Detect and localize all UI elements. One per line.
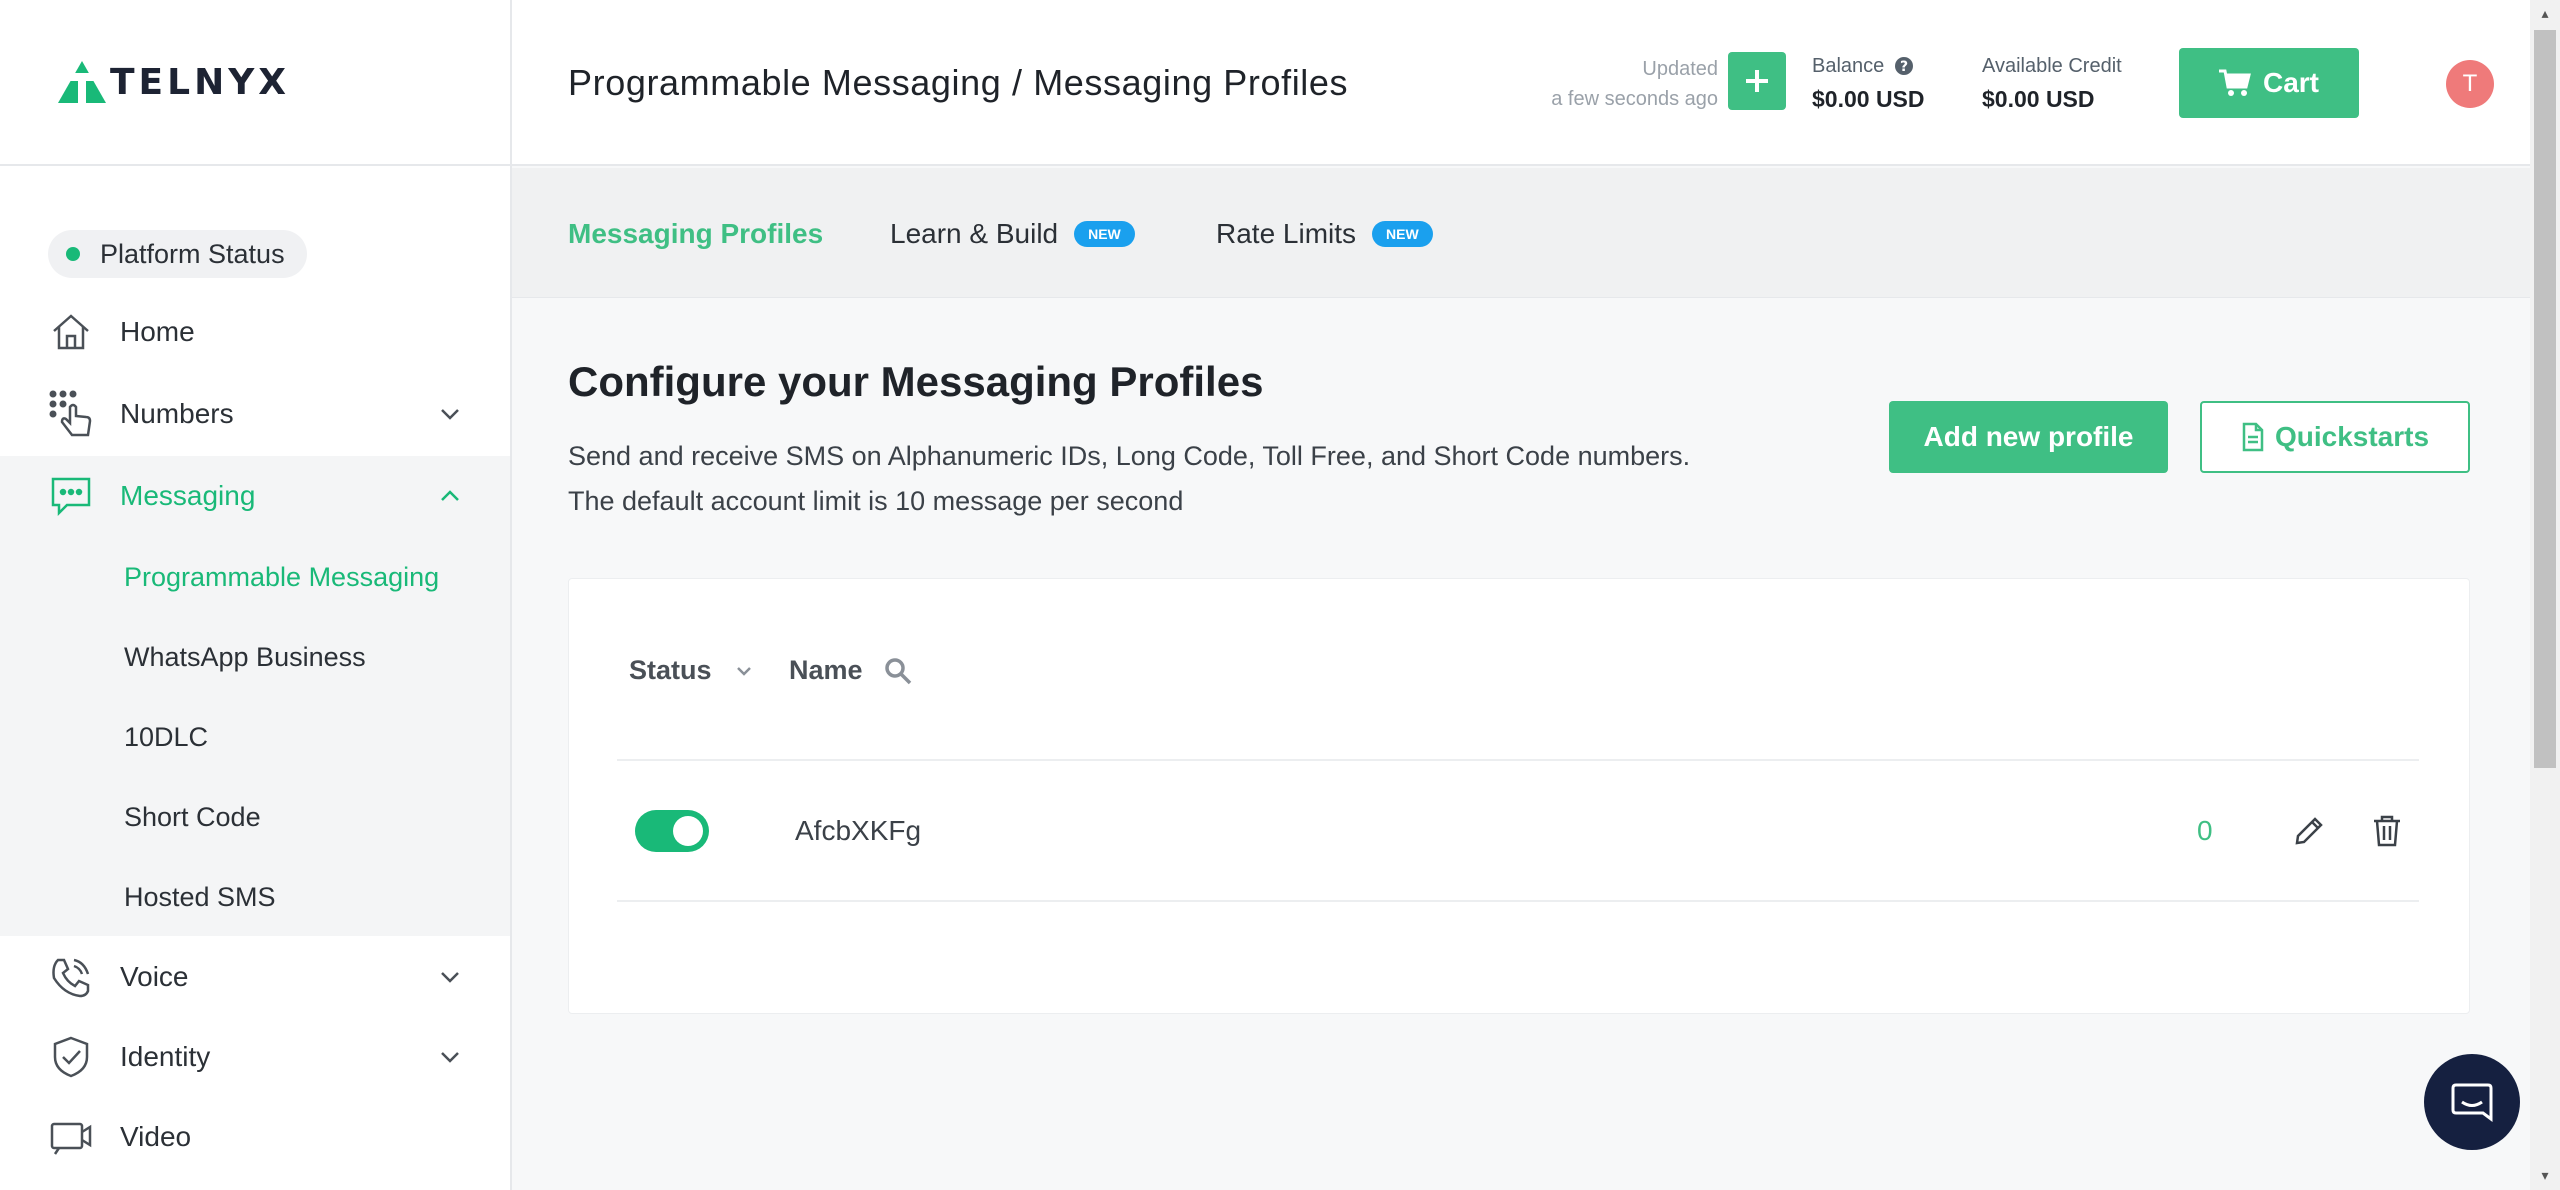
- document-icon: [2242, 422, 2264, 452]
- divider: [617, 759, 2419, 761]
- help-icon[interactable]: ?: [1894, 56, 1914, 76]
- balance-value: $0.00 USD: [1812, 86, 1925, 112]
- scroll-thumb[interactable]: [2534, 30, 2556, 768]
- available-credit: Available Credit $0.00 USD: [1982, 52, 2122, 113]
- sidebar-item-identity[interactable]: Identity: [0, 1017, 510, 1097]
- credit-label: Available Credit: [1982, 54, 2122, 77]
- cart-button[interactable]: Cart: [2179, 48, 2359, 118]
- status-column-header[interactable]: Status: [629, 655, 754, 686]
- trash-icon: [2374, 815, 2400, 847]
- tab-label: Messaging Profiles: [568, 218, 824, 249]
- updated-indicator: Updated a few seconds ago: [1551, 54, 1718, 114]
- avatar[interactable]: T: [2446, 60, 2494, 108]
- home-icon: [48, 309, 94, 355]
- chevron-up-icon: [441, 490, 459, 501]
- platform-status[interactable]: Platform Status: [48, 230, 307, 278]
- sidebar-subitem-short-code[interactable]: Short Code: [124, 793, 261, 841]
- status-dot: [66, 247, 80, 261]
- add-funds-button[interactable]: [1728, 52, 1786, 110]
- edit-button[interactable]: [2289, 811, 2329, 851]
- chat-icon: [2451, 1083, 2493, 1122]
- scroll-up-icon[interactable]: ▴: [2538, 6, 2552, 20]
- top-header: Programmable Messaging / Messaging Profi…: [512, 0, 2530, 166]
- profiles-table: Status Name AfcbXKFg 0: [568, 578, 2470, 1014]
- add-new-profile-button[interactable]: Add new profile: [1889, 401, 2168, 473]
- search-icon[interactable]: [883, 656, 913, 686]
- tab-rate-limits[interactable]: Rate Limits NEW: [1216, 216, 1433, 252]
- sidebar-item-label: Home: [120, 316, 195, 347]
- status-toggle[interactable]: [635, 810, 709, 852]
- sidebar-item-numbers[interactable]: Numbers: [0, 374, 510, 454]
- sidebar-item-messaging[interactable]: Messaging: [0, 456, 510, 536]
- brand-name: TELNYX: [110, 61, 291, 103]
- section-description: Send and receive SMS on Alphanumeric IDs…: [568, 434, 1690, 524]
- sidebar-item-video[interactable]: Video: [0, 1097, 510, 1177]
- chevron-down-icon: [736, 666, 751, 676]
- delete-button[interactable]: [2367, 811, 2407, 851]
- updated-label: Updated: [1642, 58, 1718, 80]
- support-chat-button[interactable]: [2424, 1054, 2520, 1150]
- svg-text:?: ?: [1900, 59, 1908, 75]
- chevron-down-icon: [441, 409, 459, 420]
- video-icon: [48, 1114, 94, 1160]
- name-column-header: Name: [789, 655, 913, 686]
- column-label: Status: [629, 655, 712, 685]
- updated-time: a few seconds ago: [1551, 88, 1718, 110]
- sidebar-item-voice[interactable]: Voice: [0, 937, 510, 1017]
- page-title: Programmable Messaging / Messaging Profi…: [568, 62, 1349, 103]
- tab-learn-build[interactable]: Learn & Build NEW: [890, 216, 1135, 252]
- page-scrollbar[interactable]: ▴ ▾: [2530, 0, 2560, 1190]
- sidebar-subitem-hosted-sms[interactable]: Hosted SMS: [124, 873, 276, 921]
- identity-icon: [48, 1034, 94, 1080]
- section-title: Configure your Messaging Profiles: [568, 358, 1264, 405]
- sidebar-item-label: Identity: [120, 1041, 211, 1072]
- description-line: The default account limit is 10 message …: [568, 486, 1184, 516]
- tab-label: Rate Limits: [1216, 218, 1357, 249]
- sidebar-item-home[interactable]: Home: [0, 292, 510, 372]
- logo[interactable]: TELNYX: [0, 0, 510, 166]
- chevron-down-icon: [441, 972, 459, 983]
- sidebar-item-label: Messaging: [120, 480, 256, 511]
- pencil-icon: [2295, 817, 2323, 845]
- sidebar-subitem-whatsapp-business[interactable]: WhatsApp Business: [124, 633, 366, 681]
- chevron-down-icon: [441, 1052, 459, 1063]
- toggle-knob: [673, 816, 703, 846]
- new-badge: NEW: [1372, 221, 1433, 247]
- messaging-icon: [48, 473, 94, 519]
- sidebar-subitem-programmable-messaging[interactable]: Programmable Messaging: [124, 553, 439, 601]
- profile-number-count[interactable]: 0: [2197, 815, 2213, 847]
- numbers-icon: [48, 390, 94, 437]
- tab-bar: Messaging Profiles Learn & Build NEW Rat…: [512, 168, 2530, 298]
- platform-status-label: Platform Status: [100, 238, 285, 269]
- description-line: Send and receive SMS on Alphanumeric IDs…: [568, 441, 1691, 471]
- cart-icon: [2218, 69, 2251, 96]
- balance-label: Balance: [1812, 54, 1885, 77]
- balance: Balance ? $0.00 USD: [1812, 52, 1925, 113]
- sidebar-item-label: Video: [120, 1121, 192, 1152]
- new-badge: NEW: [1074, 221, 1135, 247]
- tab-messaging-profiles[interactable]: Messaging Profiles: [568, 216, 823, 252]
- quickstarts-label: Quickstarts: [2274, 421, 2430, 452]
- voice-icon: [48, 954, 94, 1000]
- cart-label: Cart: [2262, 67, 2319, 98]
- tab-label: Learn & Build: [890, 218, 1059, 249]
- profile-name[interactable]: AfcbXKFg: [795, 815, 921, 847]
- scroll-down-icon[interactable]: ▾: [2538, 1168, 2552, 1182]
- sidebar-item-label: Numbers: [120, 398, 234, 429]
- quickstarts-button[interactable]: Quickstarts: [2200, 401, 2470, 473]
- sidebar: TELNYX Platform Status Home Numbers Mess…: [0, 0, 512, 1190]
- sidebar-subitem-10dlc[interactable]: 10DLC: [124, 713, 208, 761]
- telnyx-logo-icon: [58, 61, 106, 103]
- column-label: Name: [789, 655, 863, 685]
- messaging-section: Messaging Programmable Messaging WhatsAp…: [0, 456, 510, 936]
- plus-icon: [1746, 70, 1768, 92]
- sidebar-item-label: Voice: [120, 961, 189, 992]
- divider: [617, 900, 2419, 902]
- credit-value: $0.00 USD: [1982, 86, 2095, 112]
